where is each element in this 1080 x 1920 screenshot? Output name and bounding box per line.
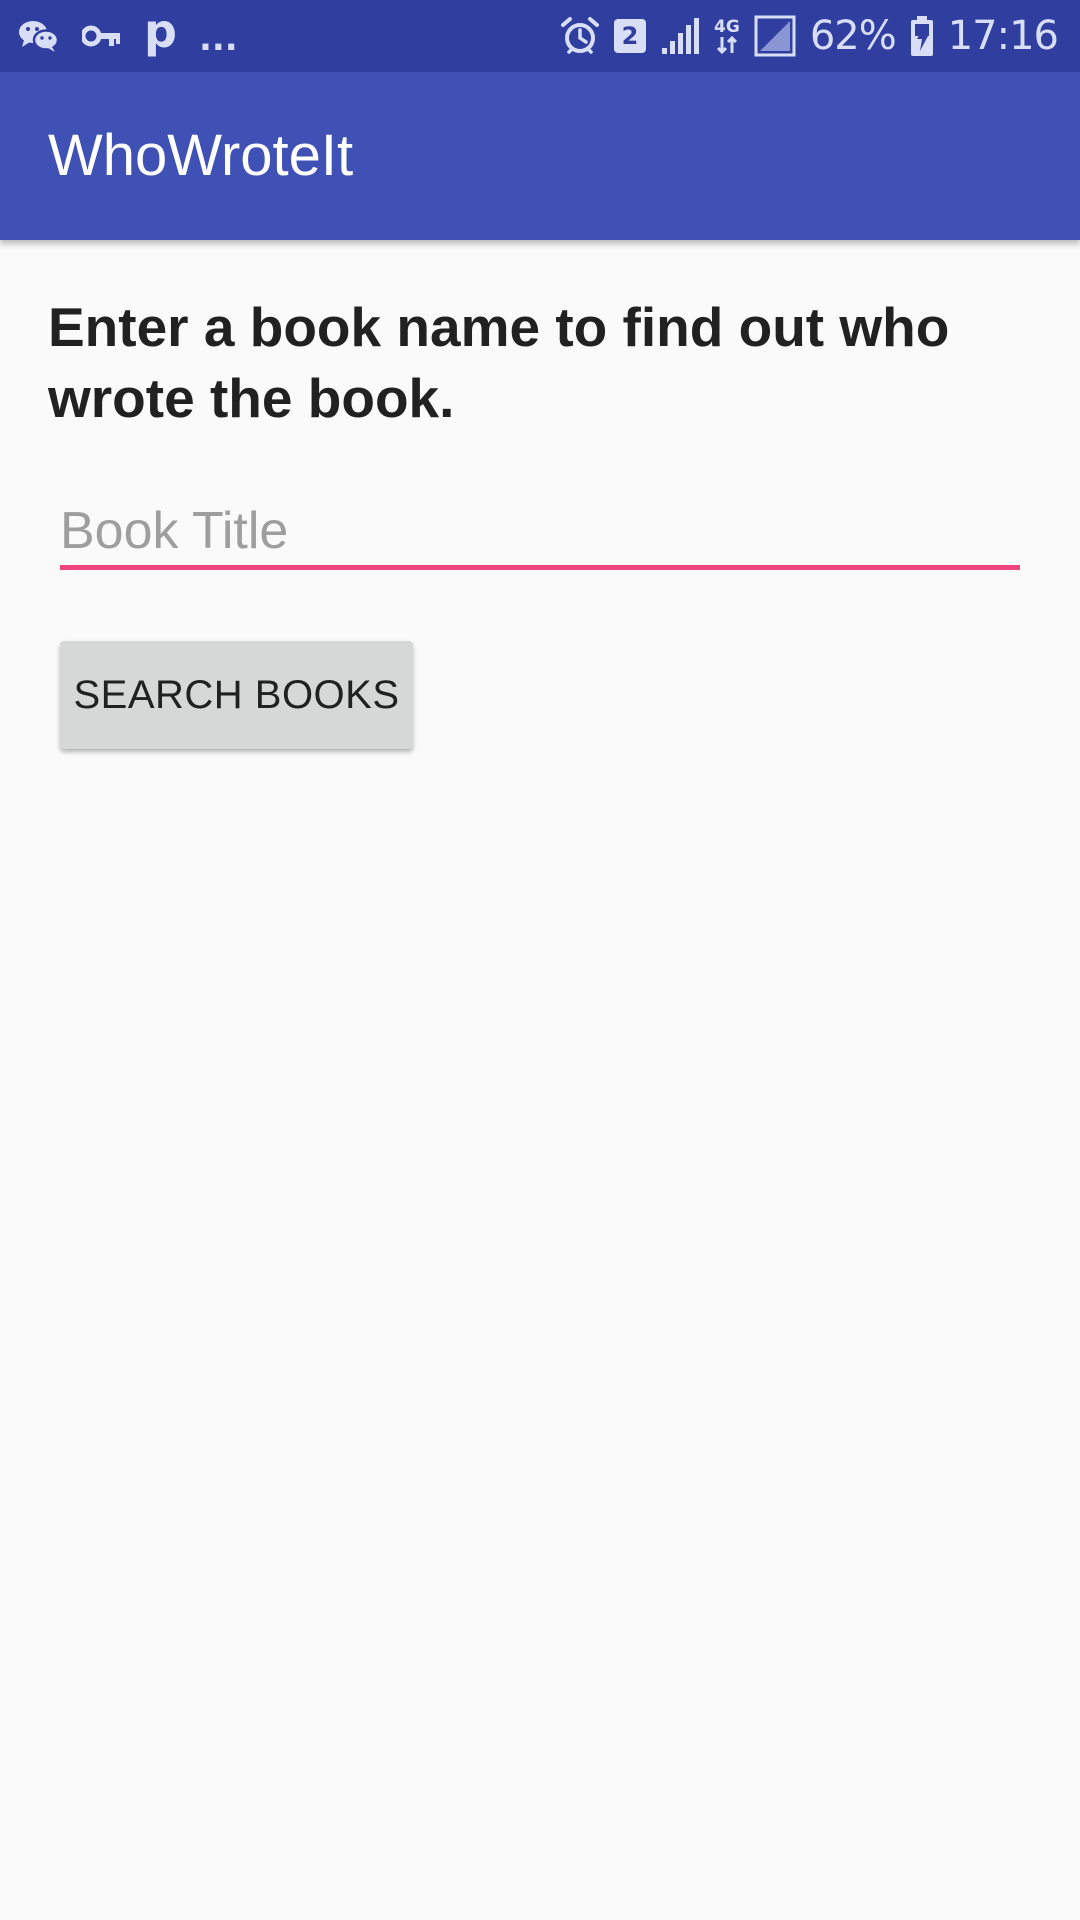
- signal-empty-icon: [754, 15, 796, 57]
- search-books-button[interactable]: SEARCH BOOKS: [60, 641, 413, 749]
- vpn-key-icon: [82, 24, 122, 48]
- sim-2-icon: 2: [614, 19, 647, 53]
- network-type-label: 4G: [714, 16, 740, 37]
- battery-charging-icon: [910, 15, 934, 57]
- system-icons: 2 4G 62% 17:16: [560, 0, 1059, 72]
- p-notification-icon: p: [144, 4, 177, 58]
- clock: 17:16: [947, 13, 1059, 59]
- alarm-icon: [560, 16, 600, 56]
- notification-icons: p ...: [18, 0, 238, 72]
- signal-icon: [660, 16, 700, 56]
- book-title-input[interactable]: [60, 496, 1020, 570]
- instructions-text: Enter a book name to find out who wrote …: [48, 296, 950, 429]
- app-bar: WhoWroteIt: [0, 72, 1080, 240]
- app-screen: p ... 2 4G 62% 17:16 WhoWroteIt Enter a …: [0, 0, 1080, 1920]
- network-4g-icon: 4G: [714, 16, 740, 54]
- more-notifications-indicator: ...: [198, 19, 238, 59]
- battery-percent: 62%: [809, 13, 897, 59]
- wechat-icon: [18, 18, 60, 54]
- app-title: WhoWroteIt: [48, 123, 354, 188]
- status-bar: p ... 2 4G 62% 17:16: [0, 0, 1080, 72]
